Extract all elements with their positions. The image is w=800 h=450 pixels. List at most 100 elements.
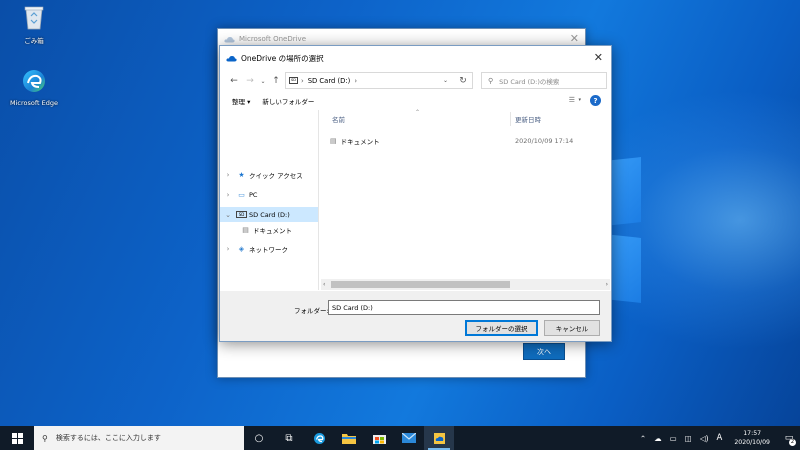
store-icon[interactable] <box>364 426 394 450</box>
file-explorer-icon[interactable] <box>334 426 364 450</box>
file-modified: 2020/10/09 17:14 <box>515 137 574 145</box>
shopping-bag-icon <box>372 435 386 444</box>
command-bar: 整理 ▾ 新しいフォルダー ☰ ▾ ? <box>220 92 611 110</box>
nav-item-label: クイック アクセス <box>249 171 303 180</box>
expand-chevron-icon[interactable]: › <box>220 245 236 253</box>
select-folder-button[interactable]: フォルダーの選択 <box>465 320 538 336</box>
address-dropdown-icon[interactable]: ⌄ <box>443 77 448 84</box>
desktop-icon-label: Microsoft Edge <box>9 99 58 107</box>
onedrive-tray-icon[interactable]: ☁ <box>654 434 662 443</box>
nav-item-label: ドキュメント <box>253 226 292 235</box>
system-tray: ⌃ ☁ ▭ ◫ ◁) A 17:57 2020/10/09 ▭ 2 <box>636 426 800 450</box>
taskbar-search-input[interactable]: ⚲ 検索するには、ここに入力します <box>34 426 244 450</box>
ime-indicator[interactable]: A <box>717 433 723 443</box>
horizontal-scrollbar[interactable]: ‹ › <box>321 279 610 290</box>
nav-item-documents[interactable]: ▤ ドキュメント <box>220 222 318 237</box>
document-icon: ▤ <box>330 137 337 145</box>
start-button[interactable] <box>0 426 34 450</box>
mail-icon[interactable] <box>394 426 424 450</box>
taskbar-search-placeholder: 検索するには、ここに入力します <box>55 434 161 442</box>
refresh-button[interactable]: ↻ <box>454 72 473 89</box>
nav-item-sd-card[interactable]: ⌄ SD SD Card (D:) <box>220 207 318 222</box>
search-placeholder: SD Card (D:)の検索 <box>499 77 560 86</box>
address-row: ← → ⌄ ↑ SD › SD Card (D:) › ⌄ ↻ ⚲ SD Car… <box>220 70 611 92</box>
folder-icon <box>342 433 356 444</box>
column-header-modified[interactable]: 更新日時 <box>515 114 541 126</box>
expand-chevron-icon[interactable]: › <box>220 171 236 179</box>
search-icon: ⚲ <box>488 76 494 85</box>
file-list: ⌃ 名前 更新日時 ▤ ドキュメント 2020/10/09 17:14 <box>320 109 610 290</box>
onedrive-setup-taskbar-icon[interactable] <box>424 426 454 450</box>
address-bar[interactable]: SD › SD Card (D:) › ⌄ <box>285 72 473 89</box>
onedrive-cloud-icon <box>226 55 237 61</box>
up-arrow-icon[interactable]: ↑ <box>268 76 284 86</box>
folder-name-field[interactable]: SD Card (D:) <box>328 300 600 315</box>
dialog-title: OneDrive の場所の選択 <box>241 53 324 63</box>
view-dropdown-icon[interactable]: ▾ <box>578 97 581 103</box>
windows-logo-icon <box>11 432 23 444</box>
network-tray-icon[interactable]: ◫ <box>685 434 692 443</box>
clock-time: 17:57 <box>743 430 762 437</box>
column-divider[interactable] <box>510 112 511 126</box>
help-icon[interactable]: ? <box>590 95 601 106</box>
scroll-right-icon[interactable]: › <box>606 279 608 290</box>
onedrive-close-icon[interactable]: ✕ <box>570 32 579 45</box>
next-button[interactable]: 次へ <box>523 343 565 360</box>
nav-item-pc[interactable]: › ▭ PC <box>220 187 318 202</box>
breadcrumb-chevron-icon[interactable]: › <box>301 77 304 85</box>
dialog-close-icon[interactable]: ✕ <box>594 51 603 64</box>
refresh-icon: ↻ <box>459 75 467 86</box>
task-view-icon[interactable]: ⧉ <box>274 426 304 450</box>
pc-icon: ▭ <box>238 190 245 199</box>
sd-card-icon: SD <box>236 211 247 218</box>
new-folder-button[interactable]: 新しいフォルダー <box>256 96 320 106</box>
volume-icon[interactable]: ◁) <box>700 434 709 443</box>
onedrive-setup-icon <box>433 432 445 444</box>
recycle-bin-icon <box>24 6 44 30</box>
sort-ascending-icon: ⌃ <box>415 109 421 116</box>
organize-menu[interactable]: 整理 ▾ <box>226 96 256 106</box>
recent-locations-chevron-icon[interactable]: ⌄ <box>258 78 268 85</box>
network-icon: ◈ <box>238 244 245 253</box>
nav-item-quick-access[interactable]: › ★ クイック アクセス <box>220 167 318 182</box>
desktop-icon-label: ごみ箱 <box>24 37 44 45</box>
dialog-footer: フォルダー: SD Card (D:) フォルダーの選択 キャンセル <box>220 291 611 341</box>
onedrive-cloud-icon <box>224 36 235 42</box>
breadcrumb-segment[interactable]: SD Card (D:) <box>308 77 351 85</box>
back-arrow-icon[interactable]: ← <box>226 76 242 86</box>
desktop-icon-recycle-bin[interactable]: ごみ箱 <box>4 4 64 45</box>
clock-date: 2020/10/09 <box>734 439 770 446</box>
scrollbar-thumb[interactable] <box>331 281 510 288</box>
clock[interactable]: 17:57 2020/10/09 <box>734 429 770 447</box>
nav-item-label: SD Card (D:) <box>249 210 290 219</box>
search-input[interactable]: ⚲ SD Card (D:)の検索 <box>481 72 607 89</box>
taskbar-edge-icon[interactable] <box>304 426 334 450</box>
edge-icon <box>313 432 325 444</box>
action-center-button[interactable]: ▭ 2 <box>778 426 800 450</box>
forward-arrow-icon[interactable]: → <box>242 76 258 86</box>
desktop-icon-edge[interactable]: Microsoft Edge <box>4 68 64 107</box>
show-hidden-icons-chevron-icon[interactable]: ⌃ <box>640 434 646 443</box>
file-name: ドキュメント <box>340 138 380 146</box>
taskbar: ⚲ 検索するには、ここに入力します ○ ⧉ ⌃ ☁ ▭ ◫ ◁) A 17:57… <box>0 426 800 450</box>
dialog-title-bar: OneDrive の場所の選択 <box>220 46 611 70</box>
breadcrumb-chevron-icon[interactable]: › <box>354 77 357 85</box>
cortana-icon[interactable]: ○ <box>244 426 274 450</box>
scroll-left-icon[interactable]: ‹ <box>323 279 325 290</box>
navigation-pane: › ★ クイック アクセス › ▭ PC ⌄ SD SD Card (D:) ▤… <box>220 110 319 290</box>
document-icon: ▤ <box>242 225 249 234</box>
battery-icon[interactable]: ▭ <box>670 434 677 443</box>
notification-count: 2 <box>789 439 796 446</box>
view-options-icon[interactable]: ☰ <box>569 96 575 104</box>
sd-card-icon: SD <box>289 77 298 84</box>
onedrive-window-title: Microsoft OneDrive <box>239 35 306 43</box>
collapse-chevron-icon[interactable]: ⌄ <box>220 211 236 219</box>
expand-chevron-icon[interactable]: › <box>220 191 236 199</box>
column-header-name[interactable]: 名前 <box>332 114 345 126</box>
nav-item-label: ネットワーク <box>249 245 288 254</box>
nav-item-network[interactable]: › ◈ ネットワーク <box>220 241 318 256</box>
desktop: ごみ箱 Microsoft Edge Microsoft OneDrive ✕ … <box>0 0 800 426</box>
cancel-button[interactable]: キャンセル <box>544 320 600 336</box>
folder-label: フォルダー: <box>294 307 329 315</box>
file-row[interactable]: ▤ ドキュメント <box>330 135 380 147</box>
